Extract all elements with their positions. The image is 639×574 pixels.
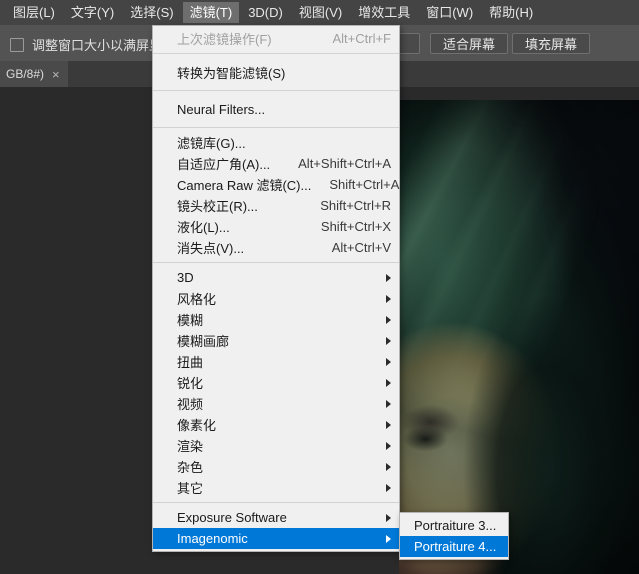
filter-menu-item[interactable]: 杂色 (153, 456, 399, 477)
menu-separator (153, 53, 399, 54)
filter-menu-item-label: 扭曲 (177, 355, 204, 370)
menu-bar: 图层(L) 文字(Y) 选择(S) 滤镜(T) 3D(D) 视图(V) 增效工具 窗口(W) 帮… (0, 0, 639, 25)
filter-menu-item[interactable]: 渲染 (153, 435, 399, 456)
filter-menu-item[interactable]: 液化(L)... Shift+Ctrl+X (153, 216, 399, 237)
menubar-item-0[interactable]: 图层(L) (6, 2, 62, 23)
menubar-item-7[interactable]: 窗口(W) (419, 2, 480, 23)
chevron-right-icon (386, 378, 391, 387)
document-tab[interactable]: GB/8#) × (0, 61, 68, 87)
filter-menu-item: 上次滤镜操作(F) Alt+Ctrl+F (153, 28, 399, 49)
fill-screen-button[interactable]: 填充屏幕 (512, 33, 590, 54)
menu-separator (153, 127, 399, 128)
chevron-right-icon (386, 357, 391, 366)
filter-menu-item-label: 镜头校正(R)... (177, 199, 258, 214)
filter-dropdown-menu[interactable]: 上次滤镜操作(F) Alt+Ctrl+F 转换为智能滤镜(S) Neural Filt… (152, 25, 400, 552)
filter-menu-item-shortcut: Shift+Ctrl+X (320, 219, 391, 234)
chevron-right-icon (386, 420, 391, 429)
filter-menu-item-label: Imagenomic (177, 531, 248, 546)
filter-menu-item-shortcut: Alt+Ctrl+V (331, 240, 391, 255)
chevron-right-icon (386, 462, 391, 471)
filter-menu-item[interactable]: 镜头校正(R)... Shift+Ctrl+R (153, 195, 399, 216)
filter-menu-item[interactable]: 锐化 (153, 372, 399, 393)
filter-menu-item-label: 视频 (177, 397, 204, 412)
chevron-right-icon (386, 441, 391, 450)
canvas-padding (399, 87, 639, 100)
filter-menu-item-label: 自适应广角(A)... (177, 157, 271, 172)
filter-menu-item[interactable]: 滤镜库(G)... (153, 132, 399, 153)
filter-menu-item-label: 转换为智能滤镜(S) (177, 65, 286, 81)
filter-menu-item-label: 液化(L)... (177, 220, 230, 235)
filter-menu-item-label: 风格化 (177, 292, 217, 307)
filter-menu-item[interactable]: 3D (153, 267, 399, 288)
filter-menu-item-label: Neural Filters... (177, 101, 266, 117)
filter-menu-item[interactable]: Camera Raw 滤镜(C)... Shift+Ctrl+A (153, 174, 399, 195)
photoshop-window: 图层(L) 文字(Y) 选择(S) 滤镜(T) 3D(D) 视图(V) 增效工具 窗口(W) 帮… (0, 0, 639, 574)
filter-menu-item-label: Exposure Software (177, 510, 287, 525)
submenu-item[interactable]: Portraiture 4... (400, 536, 508, 557)
filter-menu-item[interactable]: 像素化 (153, 414, 399, 435)
menu-separator (153, 262, 399, 263)
chevron-right-icon (386, 399, 391, 408)
document-tab-label: GB/8#) (6, 67, 45, 81)
filter-menu-item[interactable]: 风格化 (153, 288, 399, 309)
filter-menu-item-shortcut: Alt+Shift+Ctrl+A (298, 156, 391, 171)
filter-menu-item-label: 锐化 (177, 376, 204, 391)
fit-window-checkbox[interactable]: 调整窗口大小以满屏显示 (10, 35, 175, 54)
menubar-item-2[interactable]: 选择(S) (123, 2, 180, 23)
filter-menu-item[interactable]: 消失点(V)... Alt+Ctrl+V (153, 237, 399, 258)
menubar-item-4[interactable]: 3D(D) (241, 2, 290, 23)
menu-separator (153, 90, 399, 91)
document-image[interactable] (399, 100, 639, 574)
filter-menu-item-shortcut: Alt+Ctrl+F (332, 31, 391, 46)
filter-menu-item-label: 渲染 (177, 439, 204, 454)
filter-menu-item-label: 消失点(V)... (177, 241, 245, 256)
chevron-right-icon (386, 513, 391, 522)
filter-menu-item-label: 其它 (177, 481, 204, 496)
filter-menu-item[interactable]: 扭曲 (153, 351, 399, 372)
filter-menu-item-label: Camera Raw 滤镜(C)... (177, 178, 312, 193)
menubar-item-3[interactable]: 滤镜(T) (182, 2, 240, 23)
filter-menu-item-label: 模糊 (177, 313, 204, 328)
filter-menu-item[interactable]: 模糊 (153, 309, 399, 330)
filter-menu-item[interactable]: Exposure Software (153, 507, 399, 528)
filter-menu-item[interactable]: 转换为智能滤镜(S) (153, 58, 399, 86)
filter-menu-item[interactable]: 其它 (153, 477, 399, 498)
chevron-right-icon (386, 273, 391, 282)
menubar-item-5[interactable]: 视图(V) (292, 2, 349, 23)
filter-menu-item[interactable]: Neural Filters... (153, 95, 399, 123)
filter-menu-item-label: 上次滤镜操作(F) (177, 32, 272, 47)
submenu-item[interactable]: Portraiture 3... (400, 515, 508, 536)
filter-menu-item[interactable]: 视频 (153, 393, 399, 414)
filter-menu-item[interactable]: 自适应广角(A)... Alt+Shift+Ctrl+A (153, 153, 399, 174)
imagenomic-submenu[interactable]: Portraiture 3... Portraiture 4... (399, 512, 509, 560)
menu-separator (153, 502, 399, 503)
menubar-item-1[interactable]: 文字(Y) (64, 2, 121, 23)
checkbox-indicator[interactable] (10, 37, 24, 52)
filter-menu-item-label: 杂色 (177, 460, 204, 475)
chevron-right-icon (386, 294, 391, 303)
menubar-item-8[interactable]: 帮助(H) (482, 2, 540, 23)
filter-menu-item[interactable]: 模糊画廊 (153, 330, 399, 351)
chevron-right-icon (386, 315, 391, 324)
photo-vignette (399, 100, 639, 574)
submenu-item-label: Portraiture 3... (414, 518, 497, 533)
submenu-item-label: Portraiture 4... (414, 539, 497, 554)
chevron-right-icon (386, 483, 391, 492)
fit-screen-button[interactable]: 适合屏幕 (430, 33, 508, 54)
filter-menu-item-label: 模糊画廊 (177, 334, 230, 349)
close-icon[interactable]: × (52, 68, 60, 81)
filter-menu-item-shortcut: Shift+Ctrl+R (320, 198, 391, 213)
filter-menu-item-shortcut: Shift+Ctrl+A (329, 177, 400, 192)
filter-menu-item-label: 像素化 (177, 418, 217, 433)
filter-menu-item-label: 3D (177, 270, 194, 285)
chevron-right-icon (386, 534, 391, 543)
menubar-item-6[interactable]: 增效工具 (351, 2, 417, 23)
filter-menu-item[interactable]: Imagenomic (153, 528, 399, 549)
filter-menu-item-label: 滤镜库(G)... (177, 136, 246, 151)
chevron-right-icon (386, 336, 391, 345)
